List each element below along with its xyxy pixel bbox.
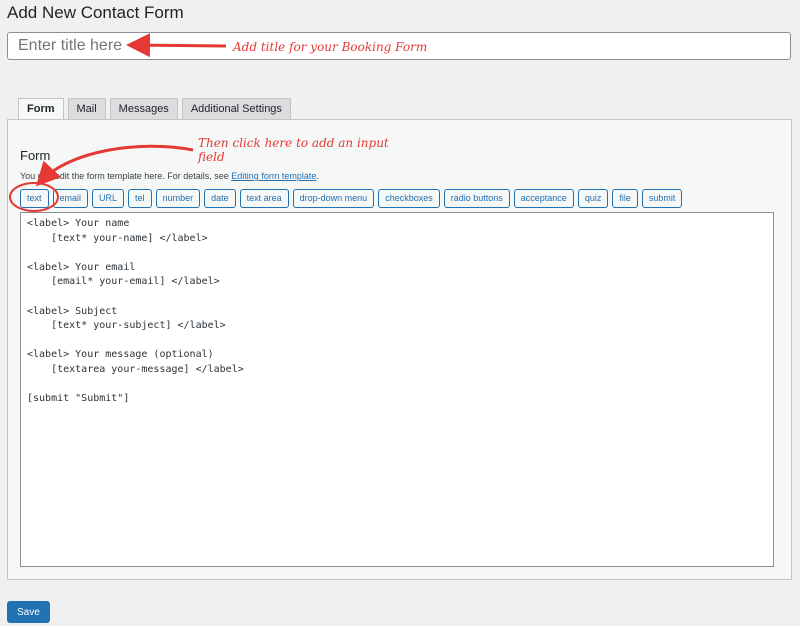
tag-generator-buttons: text email URL tel number date text area… [20, 189, 683, 208]
form-template-editor[interactable]: <label> Your name [text* your-name] </la… [20, 212, 774, 567]
tag-button-number[interactable]: number [155, 189, 201, 208]
tag-button-tel[interactable]: tel [128, 189, 152, 208]
annotation-title-hint: Add title for your Booking Form [233, 40, 428, 54]
tab-additional-settings[interactable]: Additional Settings [181, 98, 291, 119]
tag-button-checkboxes[interactable]: checkboxes [378, 189, 440, 208]
tab-bar: Form Mail Messages Additional Settings [18, 98, 291, 120]
tag-button-textarea[interactable]: text area [239, 189, 289, 208]
form-panel: Form You can edit the form template here… [7, 119, 792, 580]
tag-button-quiz[interactable]: quiz [577, 189, 609, 208]
editing-form-template-link[interactable]: Editing form template [231, 171, 316, 181]
panel-description: You can edit the form template here. For… [20, 171, 319, 181]
save-button[interactable]: Save [7, 601, 50, 623]
tag-button-dropdown[interactable]: drop-down menu [292, 189, 375, 208]
page-title: Add New Contact Form [7, 3, 184, 22]
annotation-button-hint: Then click here to add an input field [198, 136, 389, 164]
tab-form[interactable]: Form [18, 98, 64, 120]
description-suffix: . [316, 171, 319, 181]
tag-button-email[interactable]: email [52, 189, 89, 208]
description-text: You can edit the form template here. For… [20, 171, 232, 181]
tab-messages[interactable]: Messages [109, 98, 178, 119]
tab-mail[interactable]: Mail [67, 98, 106, 119]
tag-button-file[interactable]: file [612, 189, 638, 208]
tag-button-text[interactable]: text [20, 189, 49, 208]
panel-heading: Form [20, 148, 51, 163]
tag-button-acceptance[interactable]: acceptance [513, 189, 574, 208]
tag-button-date[interactable]: date [204, 189, 236, 208]
tag-button-submit[interactable]: submit [641, 189, 683, 208]
tag-button-url[interactable]: URL [92, 189, 125, 208]
tag-button-radio[interactable]: radio buttons [443, 189, 510, 208]
